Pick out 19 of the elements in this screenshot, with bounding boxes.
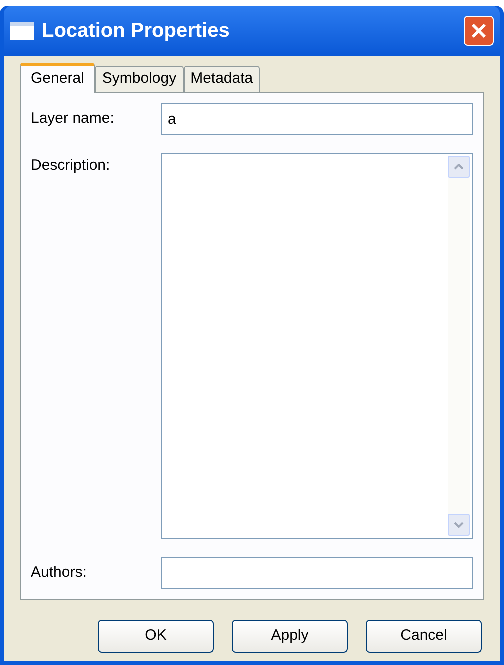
scrollbar[interactable] [448, 156, 470, 536]
tab[interactable]: General [20, 63, 96, 93]
tab[interactable]: Symbology [95, 66, 184, 92]
dialog-button[interactable]: Cancel [366, 620, 482, 653]
description-field[interactable] [161, 153, 473, 539]
dialog-button[interactable]: OK [98, 620, 214, 653]
close-button[interactable] [464, 16, 494, 46]
field-label: Layer name: [31, 108, 116, 129]
input-field[interactable]: a [161, 103, 473, 135]
window-title: Location Properties [42, 19, 231, 44]
input-field[interactable] [161, 557, 473, 589]
scroll-up-icon[interactable] [448, 156, 470, 178]
tab[interactable]: Metadata [184, 66, 260, 92]
field-label: Authors: [31, 562, 88, 583]
close-icon [471, 23, 487, 39]
scroll-down-icon[interactable] [448, 514, 470, 536]
dialog-button[interactable]: Apply [232, 620, 348, 653]
field-label: Description: [31, 156, 112, 176]
window-icon [10, 22, 34, 40]
